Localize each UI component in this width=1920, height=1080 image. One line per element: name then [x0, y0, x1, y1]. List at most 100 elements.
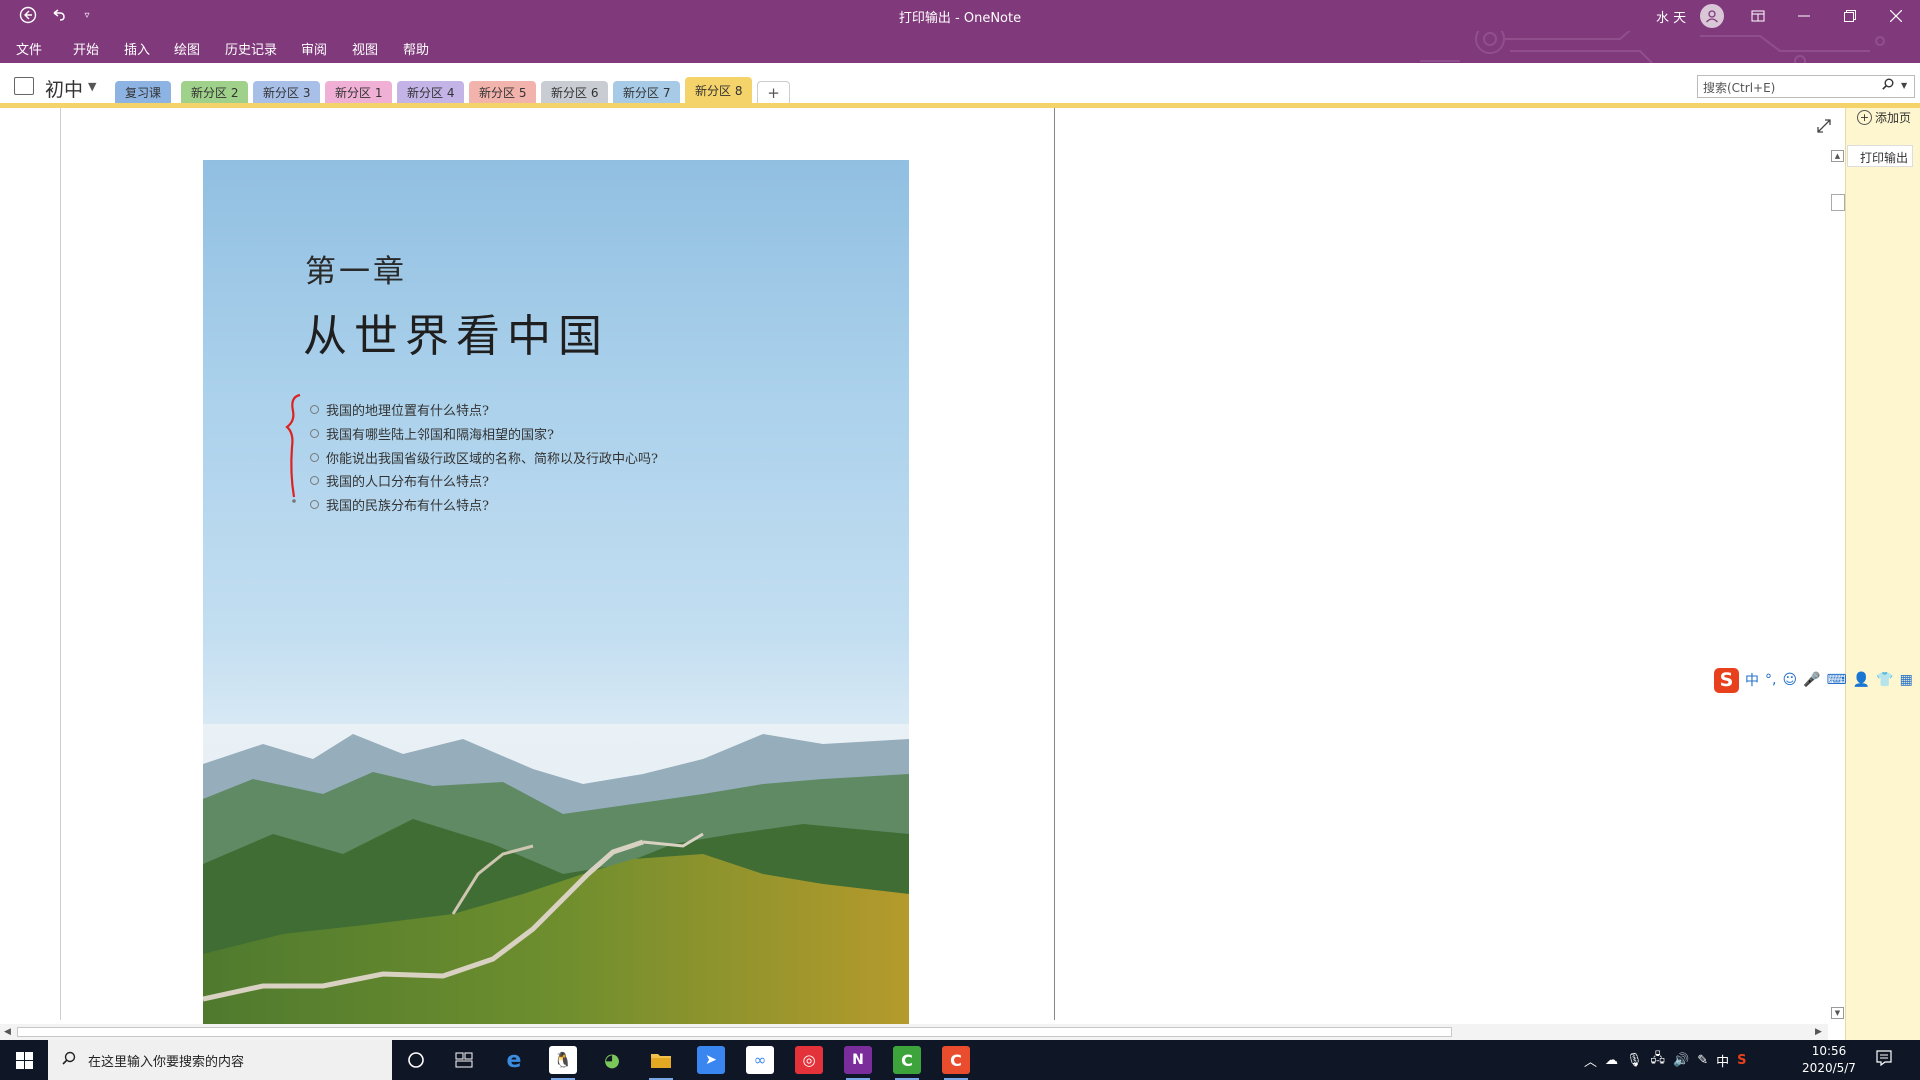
- full-page-view-icon[interactable]: [1817, 118, 1831, 137]
- question-item: 你能说出我国省级行政区域的名称、简称以及行政中心吗?: [310, 448, 658, 467]
- onenote-icon[interactable]: N: [844, 1046, 872, 1080]
- bullet-icon: [310, 429, 319, 438]
- file-explorer-icon[interactable]: [647, 1046, 675, 1080]
- baidu-netdisk-icon[interactable]: ∞: [746, 1046, 774, 1074]
- clock[interactable]: 10:56 2020/5/7: [1797, 1043, 1861, 1077]
- notebook-name[interactable]: 初中: [45, 75, 83, 102]
- question-item: 我国的地理位置有什么特点?: [310, 400, 489, 419]
- search-scope-dropdown-icon[interactable]: ▼: [1901, 81, 1907, 90]
- minimize-icon[interactable]: [1781, 0, 1827, 31]
- section-tab[interactable]: 新分区 2: [181, 81, 249, 103]
- taskbar: 在这里输入你要搜索的内容 e 🐧 ◕ ➤ ∞ ◎ N C C ︿ ☁ 🎙 🖧 🔊…: [0, 1040, 1920, 1080]
- section-tab[interactable]: 新分区 5: [469, 81, 537, 103]
- page-list-panel: [1845, 108, 1920, 1040]
- user-name[interactable]: 水 天: [1656, 7, 1686, 26]
- question-text: 我国的人口分布有什么特点?: [326, 475, 489, 490]
- avatar[interactable]: [1700, 4, 1724, 28]
- title-bar: ▿ 打印输出 - OneNote 水 天: [0, 0, 1920, 31]
- scroll-right-icon[interactable]: ▶: [1815, 1027, 1822, 1037]
- section-tab-label: 新分区 5: [479, 85, 527, 100]
- menu-review[interactable]: 审阅: [301, 39, 327, 58]
- input-method-indicator[interactable]: 中: [1716, 1051, 1729, 1070]
- task-view-icon[interactable]: [450, 1046, 478, 1074]
- section-tab[interactable]: 新分区 4: [397, 81, 465, 103]
- restore-icon[interactable]: [1827, 0, 1873, 31]
- menu-insert[interactable]: 插入: [124, 39, 150, 58]
- question-item: 我国的民族分布有什么特点?: [310, 495, 489, 514]
- ime-emoji-icon[interactable]: ☺: [1782, 672, 1797, 688]
- menu-home[interactable]: 开始: [73, 39, 99, 58]
- section-tab[interactable]: 新分区 1: [325, 81, 393, 103]
- section-tab-label: 新分区 2: [191, 85, 239, 100]
- section-tab[interactable]: 复习课: [115, 81, 172, 103]
- screen-recorder-icon[interactable]: C: [942, 1046, 970, 1080]
- vertical-scroll-thumb[interactable]: [1831, 194, 1845, 211]
- close-icon[interactable]: [1873, 0, 1919, 31]
- question-text: 我国的地理位置有什么特点?: [326, 404, 489, 419]
- onedrive-icon[interactable]: ☁: [1605, 1053, 1618, 1068]
- question-item: 我国的人口分布有什么特点?: [310, 471, 489, 490]
- notebook-icon[interactable]: [14, 77, 34, 95]
- pen-icon[interactable]: ✎: [1697, 1053, 1708, 1068]
- add-section-button[interactable]: +: [757, 81, 790, 103]
- menu-history[interactable]: 历史记录: [225, 39, 277, 58]
- windows-start-icon[interactable]: [0, 1040, 48, 1080]
- bullet-icon: [310, 405, 319, 414]
- horizontal-scroll-thumb[interactable]: [17, 1027, 1452, 1037]
- search-icon[interactable]: [1882, 78, 1894, 94]
- section-tab-label: 新分区 3: [263, 85, 311, 100]
- volume-icon[interactable]: 🔊: [1673, 1053, 1689, 1068]
- section-tab-label: 新分区 1: [335, 85, 383, 100]
- sogou-ime-logo-icon[interactable]: S: [1714, 667, 1739, 693]
- chapter-label: 第一章: [305, 254, 407, 290]
- section-tab[interactable]: 新分区 7: [613, 81, 681, 103]
- page-canvas[interactable]: 第一章 从世界看中国 我国的地理位置有什么特点? 我国有哪些陆上邻国和隔海相望的…: [0, 108, 1845, 1024]
- clock-date: 2020/5/7: [1802, 1061, 1856, 1075]
- microphone-icon[interactable]: 🎙: [1626, 1053, 1643, 1068]
- camtasia-icon[interactable]: C: [893, 1046, 921, 1080]
- edge-browser-icon[interactable]: e: [500, 1046, 528, 1074]
- feishu-icon[interactable]: ➤: [697, 1046, 725, 1074]
- sogou-tray-icon[interactable]: S: [1737, 1053, 1746, 1068]
- ime-keyboard-icon[interactable]: ⌨: [1827, 672, 1847, 688]
- ime-punctuation-icon[interactable]: °,: [1765, 672, 1776, 688]
- vertical-scrollbar[interactable]: [1829, 148, 1845, 1024]
- show-hidden-icons-icon[interactable]: ︿: [1584, 1051, 1597, 1070]
- section-tab-label: 新分区 7: [623, 85, 671, 100]
- notebook-dropdown-icon[interactable]: ▼: [88, 80, 96, 93]
- ime-voice-icon[interactable]: 🎤: [1803, 672, 1820, 688]
- taskbar-search-box[interactable]: 在这里输入你要搜索的内容: [48, 1040, 392, 1080]
- scroll-left-icon[interactable]: ◀: [4, 1027, 11, 1037]
- section-tab[interactable]: 新分区 6: [541, 81, 609, 103]
- qq-icon[interactable]: 🐧: [549, 1046, 577, 1080]
- ribbon-display-options-icon[interactable]: [1735, 0, 1781, 31]
- section-tab[interactable]: 新分区 3: [253, 81, 321, 103]
- menu-view[interactable]: 视图: [352, 39, 378, 58]
- search-icon: [62, 1051, 76, 1069]
- cortana-icon[interactable]: [402, 1046, 430, 1074]
- question-text: 我国的民族分布有什么特点?: [326, 499, 489, 514]
- ime-language-toggle[interactable]: 中: [1745, 670, 1759, 690]
- scroll-up-icon[interactable]: ▲: [1831, 150, 1844, 162]
- print-boundary-line: [1054, 108, 1055, 1020]
- netease-music-icon[interactable]: ◎: [795, 1046, 823, 1074]
- ribbon-menu-bar: 文件 开始 插入 绘图 历史记录 审阅 视图 帮助: [0, 31, 1920, 82]
- question-text: 你能说出我国省级行政区域的名称、简称以及行政中心吗?: [326, 452, 658, 467]
- add-page-button[interactable]: + 添加页: [1857, 109, 1911, 126]
- wechat-icon[interactable]: ◕: [598, 1046, 626, 1074]
- section-tab-active[interactable]: 新分区 8: [685, 77, 753, 104]
- action-center-icon[interactable]: [1876, 1050, 1892, 1070]
- page-list-item[interactable]: 打印输出: [1847, 145, 1913, 167]
- ime-toolbox-icon[interactable]: ▦: [1900, 672, 1913, 688]
- ime-user-icon[interactable]: 👤: [1853, 672, 1870, 688]
- system-tray: ︿ ☁ 🎙 🖧 🔊 ✎ 中 S: [1584, 1040, 1747, 1080]
- network-icon[interactable]: 🖧: [1651, 1049, 1666, 1071]
- ime-skin-icon[interactable]: 👕: [1876, 672, 1893, 688]
- printout-image[interactable]: 第一章 从世界看中国 我国的地理位置有什么特点? 我国有哪些陆上邻国和隔海相望的…: [203, 160, 909, 1024]
- menu-file[interactable]: 文件: [16, 39, 42, 58]
- section-bar: 初中 ▼ 复习课 新分区 2 新分区 3 新分区 1 新分区 4 新分区 5 新…: [0, 63, 1920, 104]
- menu-help[interactable]: 帮助: [403, 39, 429, 58]
- section-tab-label: 新分区 6: [551, 85, 599, 100]
- scroll-down-icon[interactable]: ▼: [1831, 1007, 1844, 1019]
- menu-draw[interactable]: 绘图: [174, 39, 200, 58]
